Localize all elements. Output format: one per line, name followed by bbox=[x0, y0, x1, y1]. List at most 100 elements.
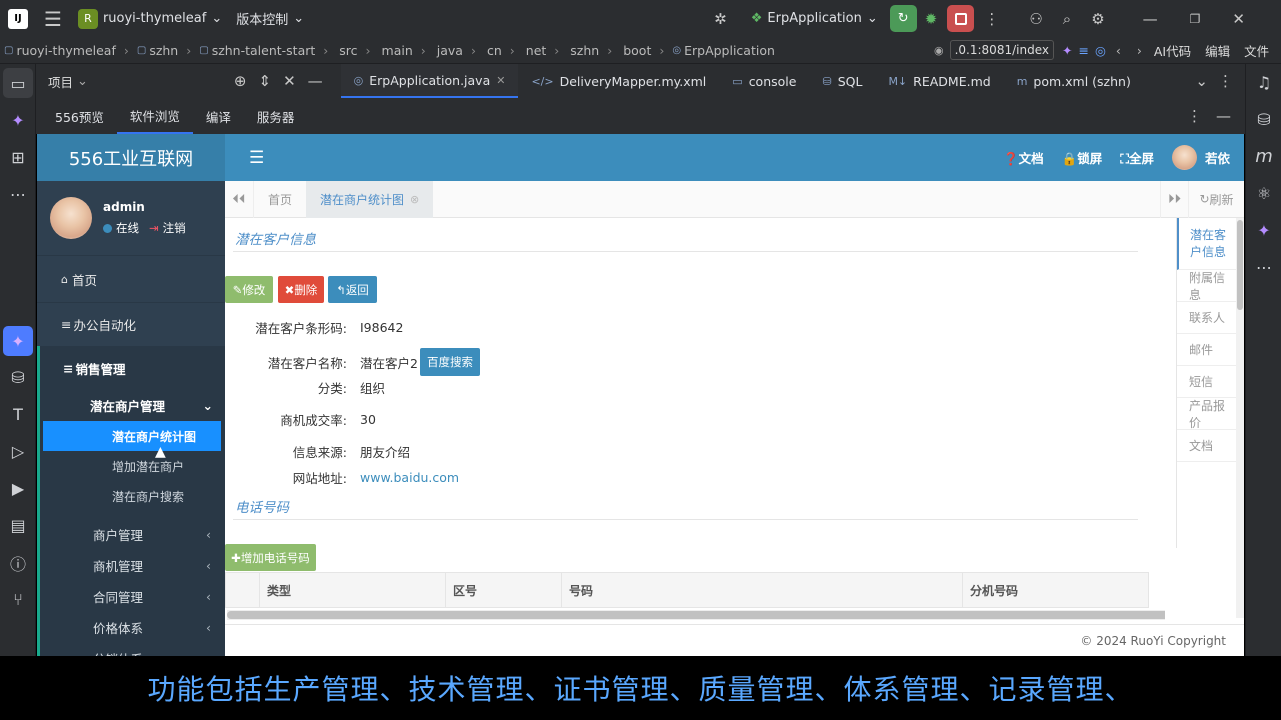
vcs-menu[interactable]: 版本控制 ⌄ bbox=[236, 9, 304, 28]
right-tab[interactable]: 附属信息 bbox=[1177, 270, 1236, 302]
breadcrumb-item[interactable]: src bbox=[339, 43, 357, 58]
right-tab[interactable]: 联系人 bbox=[1177, 302, 1236, 334]
breadcrumb-item[interactable]: szhn bbox=[149, 43, 178, 58]
minimize-icon[interactable]: — bbox=[1143, 10, 1158, 28]
preview-tab[interactable]: 软件浏览 bbox=[116, 98, 193, 134]
more-icon[interactable]: ⋮ bbox=[984, 10, 999, 28]
menu-office[interactable]: ≡ 办公自动化 bbox=[37, 302, 225, 346]
search-icon[interactable]: ⌕ bbox=[1063, 10, 1071, 28]
editor-tab[interactable]: M↓ README.md bbox=[875, 64, 1003, 98]
docs-link[interactable]: ❓文档 bbox=[1003, 148, 1044, 167]
tab-scroll-right-icon[interactable]: ⏵⏵ bbox=[1160, 180, 1188, 218]
git-icon[interactable]: ⑂ bbox=[0, 581, 36, 618]
baidu-search-button[interactable]: 百度搜索 bbox=[419, 348, 480, 376]
editor-tab[interactable]: ◎ ErpApplication.java ✕ bbox=[340, 64, 519, 98]
run-icon[interactable]: ▶ bbox=[0, 470, 36, 507]
crosshair-icon[interactable]: ⊕ bbox=[234, 72, 247, 90]
ai-assistant-icon[interactable]: ✦ bbox=[0, 102, 36, 139]
breadcrumb-item[interactable]: main bbox=[382, 43, 413, 58]
breadcrumb-item[interactable]: ErpApplication bbox=[684, 43, 775, 58]
editor-tab[interactable]: m pom.xml (szhn) bbox=[1004, 64, 1144, 98]
add-user-icon[interactable]: ⚇ bbox=[1029, 10, 1042, 28]
tab-active[interactable]: 潜在商户统计图 ⊗ bbox=[306, 180, 434, 218]
top-user-menu[interactable]: 若依 bbox=[1171, 145, 1230, 170]
right-tab[interactable]: 潜在客户信息 bbox=[1177, 218, 1236, 270]
database-icon[interactable]: ⛁ bbox=[1246, 101, 1281, 138]
right-tab[interactable]: 文档 bbox=[1177, 430, 1236, 462]
scrollbar-thumb[interactable] bbox=[227, 611, 1165, 619]
chevron-right-icon[interactable]: › bbox=[1137, 43, 1142, 58]
breadcrumb-item[interactable]: ruoyi-thymeleaf bbox=[16, 43, 115, 58]
fullscreen-link[interactable]: ⛶全屏 bbox=[1120, 148, 1154, 167]
chevron-left-icon[interactable]: ‹ bbox=[1116, 43, 1121, 58]
copilot-icon[interactable]: ◎ bbox=[1095, 43, 1106, 58]
menu-group-item[interactable]: 商户管理 ‹ bbox=[40, 519, 225, 550]
main-menu-icon[interactable]: ☰ bbox=[44, 7, 62, 31]
tab-scroll-left-icon[interactable]: ⏴⏴ bbox=[225, 180, 254, 218]
preview-tab[interactable]: 556预览 bbox=[42, 98, 117, 134]
file-menu[interactable]: 文件 bbox=[1244, 41, 1269, 60]
build-hammer-icon[interactable]: T bbox=[0, 396, 36, 433]
breadcrumb-item[interactable]: net bbox=[526, 43, 547, 58]
close-icon[interactable]: ✕ bbox=[1232, 10, 1245, 28]
ai-icon[interactable]: ✦ bbox=[1246, 212, 1281, 249]
logout-link[interactable]: 注销 bbox=[163, 220, 186, 236]
menu-group-item[interactable]: 商机管理 ‹ bbox=[40, 550, 225, 581]
preview-tab[interactable]: 服务器 bbox=[244, 98, 308, 134]
menu-group-item[interactable]: 分销体系‹ bbox=[40, 643, 225, 656]
breadcrumb-item[interactable]: cn bbox=[487, 43, 502, 58]
collapse-icon[interactable]: ✕ bbox=[283, 72, 296, 90]
more-tools-icon[interactable]: ⋯ bbox=[0, 176, 36, 213]
lock-link[interactable]: 🔒锁屏 bbox=[1062, 148, 1103, 167]
rerun-icon[interactable]: ↻ bbox=[889, 5, 917, 32]
right-tab[interactable]: 产品报价 bbox=[1177, 398, 1236, 430]
breadcrumb-item[interactable]: szhn-talent-start bbox=[212, 43, 316, 58]
more-icon[interactable]: ⋮ bbox=[1218, 72, 1233, 90]
column-header[interactable]: 分机号码 bbox=[963, 572, 1148, 608]
menu-sales[interactable]: ≡ 销售管理 bbox=[40, 346, 225, 390]
breadcrumb-item[interactable]: boot bbox=[623, 43, 651, 58]
column-header[interactable]: 类型 bbox=[260, 572, 446, 608]
right-tab[interactable]: 短信 bbox=[1177, 366, 1236, 398]
maven-icon[interactable]: m bbox=[1246, 138, 1281, 175]
structure-icon[interactable]: ⊞ bbox=[0, 139, 36, 176]
column-header[interactable]: 区号 bbox=[446, 572, 562, 608]
problems-icon[interactable]: ⓘ bbox=[0, 544, 36, 581]
hide-icon[interactable]: — bbox=[308, 72, 323, 90]
edit-button[interactable]: ✎ 修改 bbox=[225, 276, 273, 303]
ai-code-menu[interactable]: AI代码 bbox=[1154, 41, 1191, 60]
field-value[interactable]: www.baidu.com bbox=[360, 470, 459, 485]
ai-sparkle-icon[interactable]: ✦ bbox=[1062, 43, 1072, 58]
edit-menu[interactable]: 编辑 bbox=[1205, 41, 1230, 60]
more-icon[interactable]: ⋮ bbox=[1187, 107, 1202, 125]
close-icon[interactable]: ✕ bbox=[496, 74, 505, 87]
menu-potential[interactable]: 潜在商户管理 ⌄ bbox=[40, 390, 225, 421]
right-tab[interactable]: 邮件 bbox=[1177, 334, 1236, 366]
project-panel-label[interactable]: 项目 bbox=[48, 72, 73, 91]
run-config-selector[interactable]: ❖ ErpApplication ⌄ bbox=[751, 11, 878, 26]
breadcrumb-item[interactable]: java bbox=[437, 43, 463, 58]
expand-icon[interactable]: ⇕ bbox=[259, 72, 272, 90]
vertical-scrollbar[interactable] bbox=[1236, 218, 1244, 618]
debug-icon[interactable]: ✹ bbox=[925, 10, 938, 28]
graph-icon[interactable]: ⚛ bbox=[1246, 175, 1281, 212]
chevron-down-icon[interactable]: ⌄ bbox=[1195, 72, 1208, 90]
scrollbar-thumb[interactable] bbox=[1237, 220, 1243, 310]
terminal-icon[interactable]: ▤ bbox=[0, 507, 36, 544]
plugin-icon[interactable]: ✦ bbox=[3, 326, 33, 356]
breadcrumb-item[interactable]: szhn bbox=[570, 43, 599, 58]
add-phone-button[interactable]: ✚ 增加电话号码 bbox=[225, 544, 316, 571]
menu-group-item[interactable]: 价格体系 ‹ bbox=[40, 612, 225, 643]
menu-sub-add[interactable]: 增加潜在商户 bbox=[40, 451, 225, 481]
delete-button[interactable]: ✖ 删除 bbox=[278, 276, 324, 303]
more-icon[interactable]: ⋯ bbox=[1246, 249, 1281, 286]
stop-icon[interactable] bbox=[947, 5, 975, 32]
back-button[interactable]: ↰ 返回 bbox=[328, 276, 377, 303]
tab-home[interactable]: 首页 bbox=[254, 181, 306, 218]
debug-bug-icon[interactable]: ✲ bbox=[714, 10, 727, 28]
editor-tab[interactable]: </> DeliveryMapper.my.xml bbox=[518, 64, 719, 98]
logout-icon[interactable]: ⇥ bbox=[149, 221, 159, 235]
menu-group-item[interactable]: 合同管理 ‹ bbox=[40, 581, 225, 612]
preview-tab[interactable]: 编译 bbox=[193, 98, 244, 134]
close-icon[interactable]: ⊗ bbox=[410, 193, 419, 206]
